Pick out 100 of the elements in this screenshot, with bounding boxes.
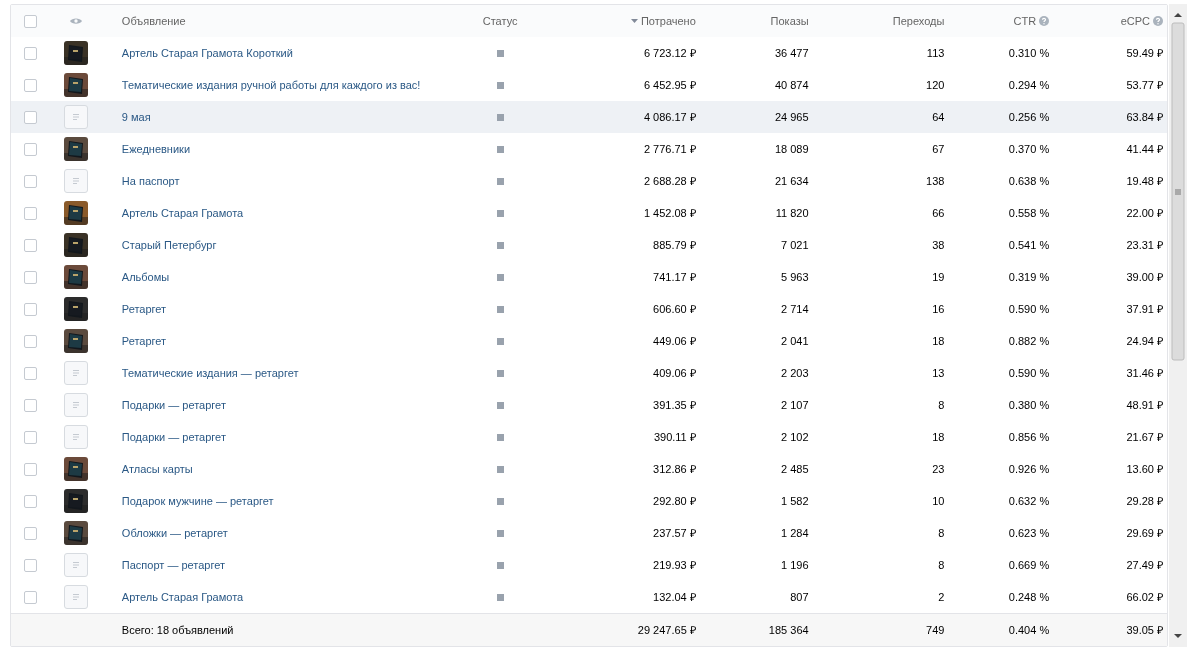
- total-cell-text: 0.404 %: [1008, 622, 1050, 638]
- status-icon: [496, 177, 504, 185]
- checkbox[interactable]: [24, 110, 38, 124]
- column-header[interactable]: Переходы: [892, 12, 945, 30]
- table-cell-text: 59.49 ₽: [1126, 45, 1163, 61]
- status-icon: [496, 593, 504, 601]
- table-cell-text: 120: [926, 77, 945, 93]
- table-cell-text: 41.44 ₽: [1126, 141, 1163, 157]
- status-icon: [496, 401, 504, 409]
- eye-icon[interactable]: [69, 17, 82, 25]
- ad-name-link[interactable]: Тематические издания — ретаргет: [121, 366, 299, 379]
- status-icon: [496, 529, 504, 537]
- table-cell-text: 2 041: [781, 333, 809, 349]
- table-cell-text: 0.882 %: [1008, 333, 1050, 349]
- column-header[interactable]: CTR: [1013, 12, 1037, 30]
- checkbox[interactable]: [24, 238, 38, 252]
- table-cell-text: 1 582: [781, 493, 809, 509]
- ad-name-link[interactable]: Артель Старая Грамота Короткий: [121, 46, 293, 59]
- ad-name-link[interactable]: Артель Старая Грамота: [121, 206, 244, 219]
- table-cell-text: 0.248 %: [1008, 589, 1050, 605]
- checkbox[interactable]: [24, 494, 38, 508]
- checkbox[interactable]: [24, 174, 38, 188]
- checkbox[interactable]: [24, 430, 38, 444]
- ad-name-link[interactable]: На паспорт: [121, 174, 180, 187]
- ad-name-link[interactable]: Ежедневники: [121, 142, 191, 155]
- checkbox[interactable]: [24, 78, 38, 92]
- scrollbar[interactable]: [1169, 4, 1187, 647]
- status-icon: [496, 273, 504, 281]
- table-cell-text: 292.80 ₽: [653, 493, 696, 509]
- table-cell-text: 0.380 %: [1008, 397, 1050, 413]
- table-cell-text: 132.04 ₽: [653, 589, 696, 605]
- table-cell-text: 0.541 %: [1008, 237, 1050, 253]
- checkbox[interactable]: [24, 398, 38, 412]
- checkbox[interactable]: [24, 334, 38, 348]
- table-cell-text: 0.632 %: [1008, 493, 1050, 509]
- table-cell-text: 138: [926, 173, 945, 189]
- ad-name-link[interactable]: Ретаргет: [121, 334, 167, 347]
- table-row[interactable]: 9 мая 4 086.17 ₽ 24 965 64 0.256 % 63.84 ₽: [11, 101, 1167, 133]
- ad-name-link[interactable]: Подарки — ретаргет: [121, 398, 226, 411]
- text-lines-icon: [70, 369, 81, 377]
- total-cell-text: 39.05 ₽: [1126, 622, 1163, 638]
- ad-name-link[interactable]: 9 мая: [121, 110, 151, 123]
- table-cell-text: 21 634: [774, 173, 809, 189]
- text-lines-icon: [70, 177, 81, 185]
- table-cell-text: 6 452.95 ₽: [643, 77, 696, 93]
- checkbox[interactable]: [24, 142, 38, 156]
- checkbox[interactable]: [24, 206, 38, 220]
- checkbox[interactable]: [24, 46, 38, 60]
- table-cell-text: 0.590 %: [1008, 365, 1050, 381]
- checkbox[interactable]: [24, 526, 38, 540]
- column-header[interactable]: Объявление: [121, 12, 186, 30]
- column-header[interactable]: Статус: [482, 12, 518, 30]
- ad-name-link[interactable]: Подарок мужчине — ретаргет: [121, 494, 274, 507]
- status-icon: [496, 433, 504, 441]
- table-cell-text: 0.638 %: [1008, 173, 1050, 189]
- checkbox[interactable]: [24, 14, 38, 28]
- table-cell-text: 48.91 ₽: [1126, 397, 1163, 413]
- checkbox[interactable]: [24, 462, 38, 476]
- ad-name-link[interactable]: Обложки — ретаргет: [121, 526, 228, 539]
- table-cell-text: 1 452.08 ₽: [643, 205, 696, 221]
- column-header[interactable]: eCPC: [1120, 12, 1150, 30]
- table-cell-text: 0.294 %: [1008, 77, 1050, 93]
- table-cell-text: 0.370 %: [1008, 141, 1050, 157]
- column-header[interactable]: Потрачено: [640, 12, 696, 30]
- table-cell-text: 16: [932, 301, 945, 317]
- help-icon[interactable]: [1039, 16, 1050, 26]
- table-cell-text: 36 477: [774, 45, 809, 61]
- column-header[interactable]: Показы: [770, 12, 809, 30]
- table-cell-text: 7 021: [781, 237, 809, 253]
- table-cell-text: 37.91 ₽: [1126, 301, 1163, 317]
- table-cell-text: 23: [932, 461, 945, 477]
- table-cell-text: 8: [938, 525, 945, 541]
- table-cell-text: 64: [932, 109, 945, 125]
- checkbox[interactable]: [24, 590, 38, 604]
- total-cell-text: 185 364: [768, 622, 809, 638]
- checkbox[interactable]: [24, 366, 38, 380]
- ad-name-link[interactable]: Подарки — ретаргет: [121, 430, 226, 443]
- table-cell-text: 0.590 %: [1008, 301, 1050, 317]
- help-icon[interactable]: [1153, 16, 1163, 26]
- table-cell-text: 1 284: [781, 525, 809, 541]
- checkbox[interactable]: [24, 558, 38, 572]
- ad-name-link[interactable]: Старый Петербург: [121, 238, 217, 251]
- ad-name-link[interactable]: Паспорт — ретаргет: [121, 558, 226, 571]
- text-lines-icon: [70, 401, 81, 409]
- table-cell-text: 2 688.28 ₽: [643, 173, 696, 189]
- ad-name-link[interactable]: Атласы карты: [121, 462, 193, 475]
- table-cell-text: 0.669 %: [1008, 557, 1050, 573]
- table-cell-text: 39.00 ₽: [1126, 269, 1163, 285]
- ad-name-link[interactable]: Артель Старая Грамота: [121, 590, 244, 603]
- table-cell-text: 24.94 ₽: [1126, 333, 1163, 349]
- table-cell-text: 741.17 ₽: [653, 269, 696, 285]
- status-icon: [496, 145, 504, 153]
- checkbox[interactable]: [24, 302, 38, 316]
- table-cell-text: 219.93 ₽: [653, 557, 696, 573]
- ad-name-link[interactable]: Тематические издания ручной работы для каждого из вас!: [121, 78, 421, 91]
- table-cell-text: 113: [926, 45, 945, 61]
- ad-name-link[interactable]: Альбомы: [121, 270, 170, 283]
- table-cell-text: 19: [932, 269, 945, 285]
- ad-name-link[interactable]: Ретаргет: [121, 302, 167, 315]
- checkbox[interactable]: [24, 270, 38, 284]
